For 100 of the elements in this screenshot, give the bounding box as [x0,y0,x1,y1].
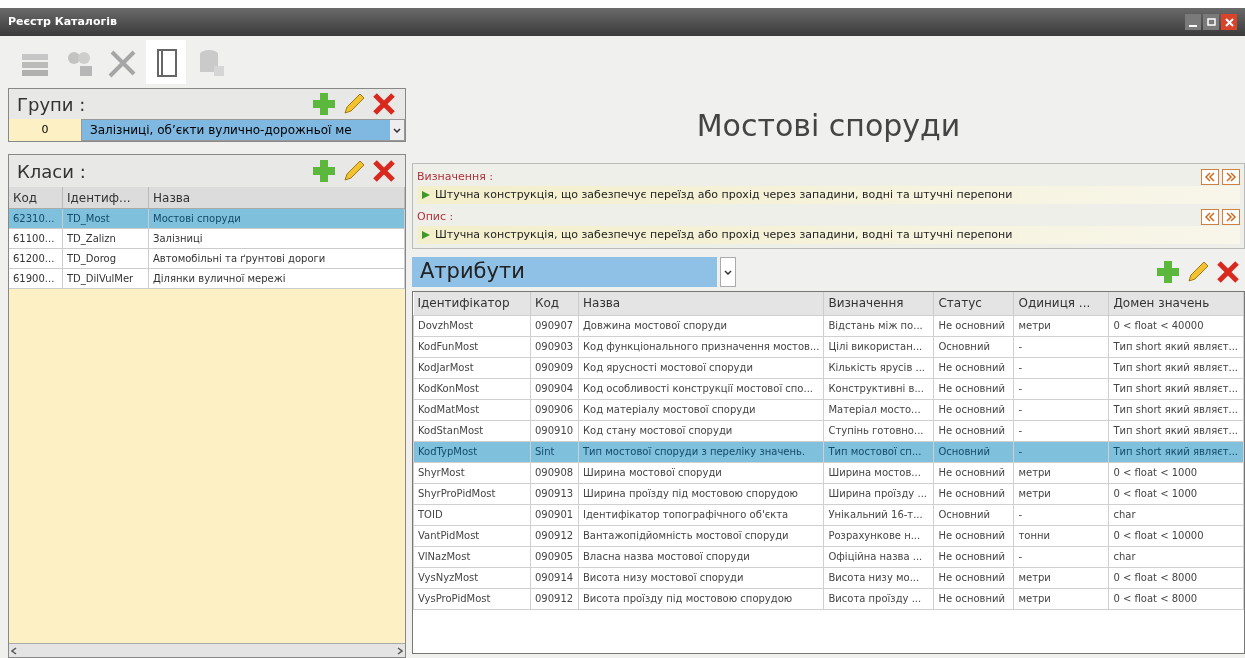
delete-button[interactable] [371,91,397,117]
edit-button[interactable] [341,91,367,117]
class-row[interactable]: 61900... TD_DilVulMer Ділянки вуличної мережі [9,269,405,289]
table-cell: Основний [933,441,1014,462]
play-icon [421,190,431,200]
table-cell: 090903 [530,336,579,357]
next-button[interactable] [1222,169,1240,185]
table-cell: 090914 [530,567,579,588]
table-cell: Висота проїзду під мостовою спорудою [578,588,824,609]
column-header[interactable]: Визначення [823,292,934,315]
maximize-button[interactable] [1203,14,1219,30]
table-cell: 61200... [9,249,63,268]
table-cell: TOID [413,504,531,525]
play-icon [421,230,431,240]
table-cell: Основний [933,504,1014,525]
table-cell: ShyrProPidMost [413,483,531,504]
table-cell: Тип short який являєт... [1108,378,1244,399]
group-dropdown[interactable]: Залізниці, об’єкти вулично-дорожньої ме [81,119,405,141]
table-cell: - [1013,441,1109,462]
table-cell: Sint [530,441,579,462]
column-header[interactable]: Код [9,187,63,208]
double-right-icon [1225,212,1237,222]
table-cell: Конструктивні в... [823,378,934,399]
table-cell: char [1108,504,1244,525]
attribute-row[interactable]: VysProPidMost 090912 Висота проїзду під мостовою спорудою Висота проїзду ... Не основний метри 0 < float < 8000 [413,588,1244,609]
class-row[interactable]: 61200... TD_Dorog Автомобільні та ґрунтові дороги [9,249,405,269]
table-cell: Ідентифікатор топографічного об'єкта [578,504,824,525]
table-cell: 0 < float < 8000 [1108,567,1244,588]
plus-icon [1156,260,1180,284]
minimize-button[interactable] [1185,14,1201,30]
table-cell: ShyrMost [413,462,531,483]
table-cell: 0 < float < 40000 [1108,315,1244,336]
class-row[interactable]: 61100... TD_Zalizn Залізниці [9,229,405,249]
table-cell: 0 < float < 10000 [1108,525,1244,546]
class-row[interactable]: 62310... TD_Most Мостові споруди [9,209,405,229]
table-cell: - [1013,378,1109,399]
add-button[interactable] [1155,259,1181,285]
table-cell: DovzhMost [413,315,531,336]
table-cell: - [1013,336,1109,357]
plus-icon [312,159,336,183]
column-header[interactable]: Код [530,292,579,315]
group-code: 0 [9,119,81,141]
table-cell: VlNazMost [413,546,531,567]
table-cell: 090912 [530,525,579,546]
toolbar-button[interactable] [146,40,186,84]
table-cell: Тип short який являєт... [1108,336,1244,357]
delete-button[interactable] [1215,259,1241,285]
attribute-row[interactable]: DovzhMost 090907 Довжина мостової споруди Відстань між по... Не основний метри 0 < float < 40000 [413,315,1244,336]
table-cell: 090906 [530,399,579,420]
attribute-row[interactable]: KodTypMost Sint Тип мостової споруди з переліку значень. Тип мостової сп... Основний - Тип short який являєт... [413,441,1244,462]
pencil-icon [342,159,366,183]
attribute-row[interactable]: KodJarMost 090909 Код ярусності мостової споруди Кількість ярусів ... Не основний - Тип short який являєт... [413,357,1244,378]
attribute-row[interactable]: VlNazMost 090905 Власна назва мостової споруди Офіційна назва ... Не основний - char [413,546,1244,567]
next-button[interactable] [1222,209,1240,225]
table-cell: 0 < float < 8000 [1108,588,1244,609]
edit-button[interactable] [341,158,367,184]
attribute-row[interactable]: TOID 090901 Ідентифікатор топографічного об'єкта Унікальний 16-т... Основний - char [413,504,1244,525]
table-cell: 090912 [530,588,579,609]
table-cell: 090901 [530,504,579,525]
delete-button[interactable] [371,158,397,184]
attribute-row[interactable]: ShyrMost 090908 Ширина мостової споруди Ширина мостов... Не основний метри 0 < float < 1000 [413,462,1244,483]
column-header[interactable]: Одиниця ... [1013,292,1109,315]
class-heading: Мостові споруди [696,107,961,145]
table-cell: - [1013,357,1109,378]
chevron-icon [393,127,401,133]
table-cell: 090909 [530,357,579,378]
table-cell: 090907 [530,315,579,336]
table-cell: VantPidMost [413,525,531,546]
group-value: Залізниці, об’єкти вулично-дорожньої ме [89,122,353,139]
attribute-row[interactable]: KodMatMost 090906 Код матеріалу мостової споруди Матеріал мосто... Не основний - Тип short який являєт... [413,399,1244,420]
add-button[interactable] [311,158,337,184]
table-cell: Мостові споруди [149,209,405,228]
table-cell: Кількість ярусів ... [823,357,934,378]
attribute-row[interactable]: VysNyzMost 090914 Висота низу мостової споруди Висота низу мо... Не основний метри 0 < float < 8000 [413,567,1244,588]
table-cell: Не основний [933,483,1014,504]
attribute-row[interactable]: KodKonMost 090904 Код особливості конструкції мостової спо... Конструктивні в... Не основний - Тип short який являєт... [413,378,1244,399]
attribute-row[interactable]: KodStanMost 090910 Код стану мостової споруди Ступінь готовно... Не основний - Тип short який являєт... [413,420,1244,441]
table-cell: KodJarMost [413,357,531,378]
add-button[interactable] [311,91,337,117]
edit-button[interactable] [1185,259,1211,285]
column-header[interactable]: Ідентиф... [63,187,149,208]
close-button[interactable] [1221,14,1237,30]
table-cell: Довжина мостової споруди [578,315,824,336]
table-cell: Ширина мостов... [823,462,934,483]
horizontal-scrollbar[interactable] [9,643,405,657]
previous-button[interactable] [1201,209,1219,225]
attribute-row[interactable]: ShyrProPidMost 090913 Ширина проїзду під мостовою спорудою Ширина проїзду ... Не основний метри 0 < float < 1000 [413,483,1244,504]
attribute-row[interactable]: KodFunMost 090903 Код функціонального призначення мостов... Цілі використан... Основний - Тип short який являєт... [413,336,1244,357]
column-header[interactable]: Назва [149,187,405,208]
column-header[interactable]: Статус [933,292,1014,315]
attribute-row[interactable]: VantPidMost 090912 Вантажопідйомність мостової споруди Розрахункове н... Не основний тонни 0 < float < 10000 [413,525,1244,546]
column-header[interactable]: Ідентифікатор [413,292,531,315]
table-cell: Не основний [933,525,1014,546]
column-header[interactable]: Домен значень [1108,292,1244,315]
table-cell: Відстань між по... [823,315,934,336]
table-cell: Тип short який являєт... [1108,420,1244,441]
table-cell: Офіційна назва ... [823,546,934,567]
column-header[interactable]: Назва [578,292,824,315]
maximize-icon [1206,18,1216,26]
previous-button[interactable] [1201,169,1219,185]
